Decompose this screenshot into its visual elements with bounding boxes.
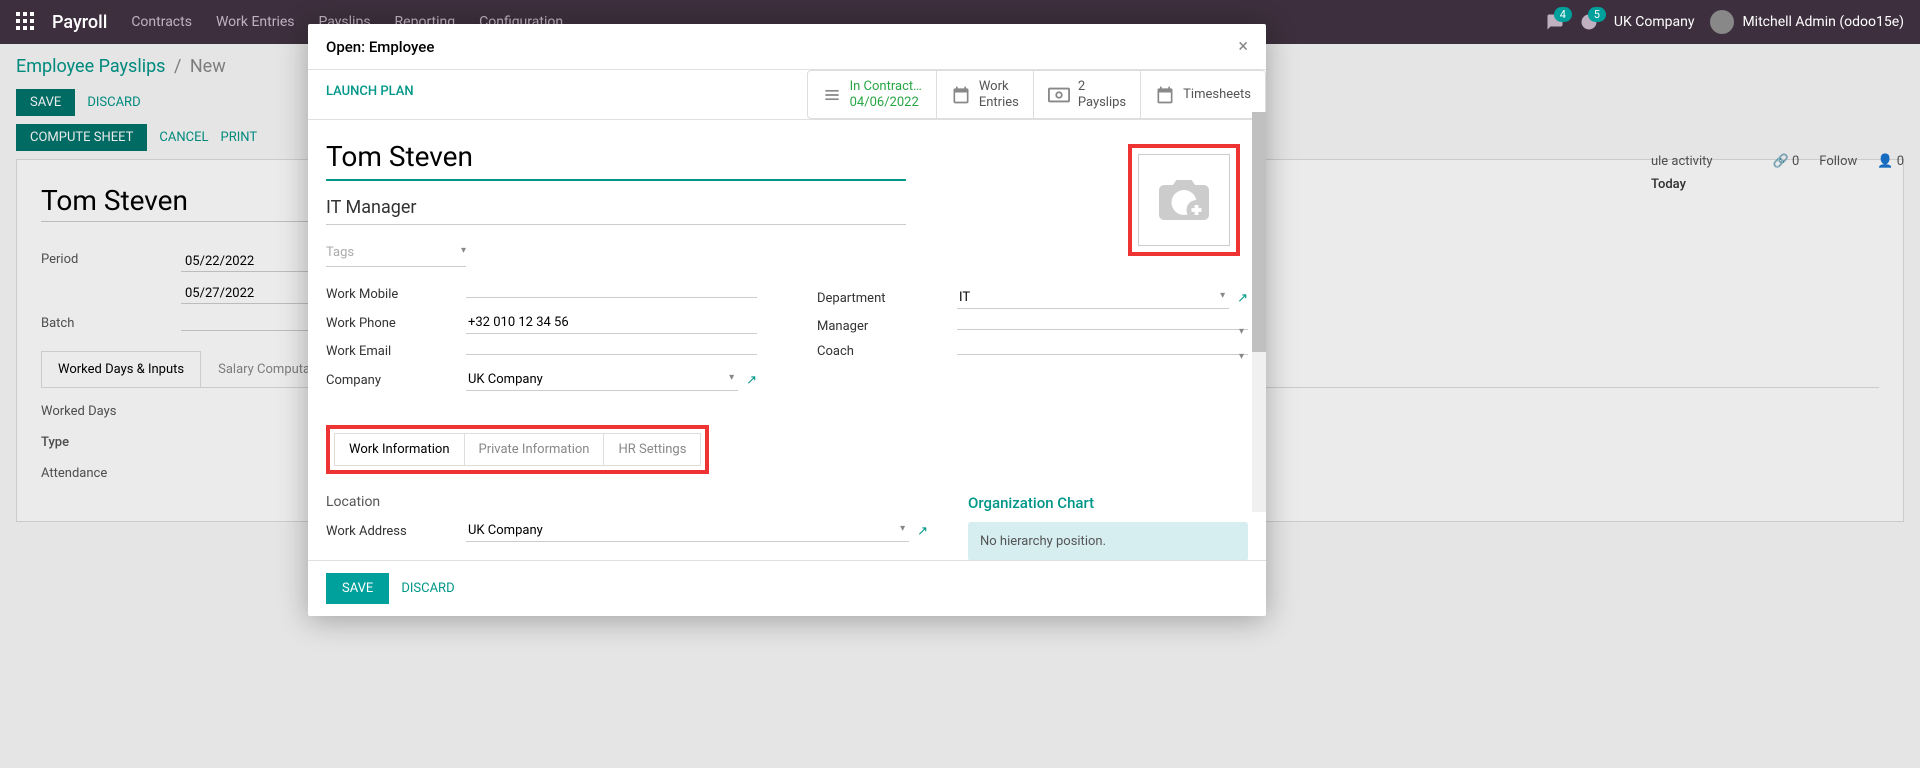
company-select[interactable]: UK Company bbox=[466, 369, 738, 391]
stat-timesheets[interactable]: Timesheets bbox=[1140, 71, 1265, 118]
company-external-link-icon[interactable]: ↗ bbox=[746, 373, 757, 388]
messaging-badge: 4 bbox=[1554, 7, 1572, 22]
activity-badge: 5 bbox=[1588, 7, 1606, 22]
company-label: Company bbox=[326, 373, 466, 388]
employee-modal: Open: Employee × LAUNCH PLAN In Contract… bbox=[308, 24, 1266, 616]
manager-label: Manager bbox=[817, 319, 957, 334]
stat-contract[interactable]: In Contract… 04/06/2022 bbox=[808, 71, 936, 118]
tab-hr-settings[interactable]: HR Settings bbox=[604, 433, 701, 466]
menu-work-entries[interactable]: Work Entries bbox=[216, 14, 295, 30]
scrollbar-thumb[interactable] bbox=[1252, 112, 1266, 352]
stat-work-entries[interactable]: Work Entries bbox=[936, 71, 1033, 118]
stat-timesheets-label: Timesheets bbox=[1183, 87, 1251, 102]
tab-private-information[interactable]: Private Information bbox=[465, 433, 605, 466]
org-chart-header: Organization Chart bbox=[968, 494, 1248, 512]
user-name: Mitchell Admin (odoo15e) bbox=[1742, 14, 1904, 30]
manager-select[interactable] bbox=[957, 323, 1248, 330]
org-chart-box: No hierarchy position. bbox=[968, 522, 1248, 560]
calendar-icon bbox=[951, 85, 971, 105]
coach-select[interactable] bbox=[957, 348, 1248, 355]
book-icon bbox=[822, 85, 842, 105]
tab-work-information[interactable]: Work Information bbox=[334, 433, 465, 466]
company-selector[interactable]: UK Company bbox=[1614, 14, 1695, 30]
work-email-input[interactable] bbox=[466, 348, 757, 355]
job-title-input[interactable]: IT Manager bbox=[326, 191, 906, 225]
modal-title: Open: Employee bbox=[326, 38, 434, 56]
app-title[interactable]: Payroll bbox=[52, 12, 107, 33]
modal-discard-button[interactable]: DISCARD bbox=[401, 573, 454, 604]
photo-upload[interactable] bbox=[1138, 154, 1230, 246]
modal-save-button[interactable]: SAVE bbox=[326, 573, 389, 604]
work-address-external-link-icon[interactable]: ↗ bbox=[917, 524, 928, 539]
stat-payslips-label: Payslips bbox=[1078, 95, 1126, 111]
close-icon[interactable]: × bbox=[1238, 36, 1248, 57]
money-icon bbox=[1048, 87, 1070, 103]
menu-contracts[interactable]: Contracts bbox=[131, 14, 192, 30]
work-mobile-input[interactable] bbox=[466, 291, 757, 298]
department-label: Department bbox=[817, 291, 957, 306]
department-external-link-icon[interactable]: ↗ bbox=[1237, 291, 1248, 306]
photo-highlight bbox=[1128, 144, 1240, 256]
employee-name-input[interactable] bbox=[326, 134, 906, 181]
work-phone-input[interactable]: +32 010 12 34 56 bbox=[466, 312, 757, 334]
calendar-icon bbox=[1155, 85, 1175, 105]
tabs-highlight: Work Information Private Information HR … bbox=[326, 425, 709, 474]
stat-contract-date: 04/06/2022 bbox=[850, 95, 922, 111]
work-mobile-label: Work Mobile bbox=[326, 287, 466, 302]
user-menu[interactable]: Mitchell Admin (odoo15e) bbox=[1710, 10, 1904, 34]
tags-select[interactable]: Tags bbox=[326, 239, 466, 267]
work-address-label: Work Address bbox=[326, 524, 466, 539]
stat-payslips-count: 2 bbox=[1078, 79, 1126, 95]
department-select[interactable]: IT bbox=[957, 287, 1229, 309]
coach-label: Coach bbox=[817, 344, 957, 359]
apps-icon[interactable] bbox=[16, 12, 36, 32]
activity-icon[interactable]: 5 bbox=[1580, 13, 1598, 31]
stat-contract-label: In Contract… bbox=[850, 79, 922, 95]
location-section-header: Location bbox=[326, 494, 928, 510]
modal-scrollbar[interactable] bbox=[1252, 112, 1266, 512]
work-email-label: Work Email bbox=[326, 344, 466, 359]
stat-payslips[interactable]: 2 Payslips bbox=[1033, 71, 1140, 118]
user-avatar-icon bbox=[1710, 10, 1734, 34]
stat-work-entries-label: Work Entries bbox=[979, 79, 1019, 110]
messaging-icon[interactable]: 4 bbox=[1546, 13, 1564, 31]
work-phone-label: Work Phone bbox=[326, 316, 466, 331]
work-address-select[interactable]: UK Company bbox=[466, 520, 909, 542]
launch-plan-button[interactable]: LAUNCH PLAN bbox=[326, 70, 414, 113]
